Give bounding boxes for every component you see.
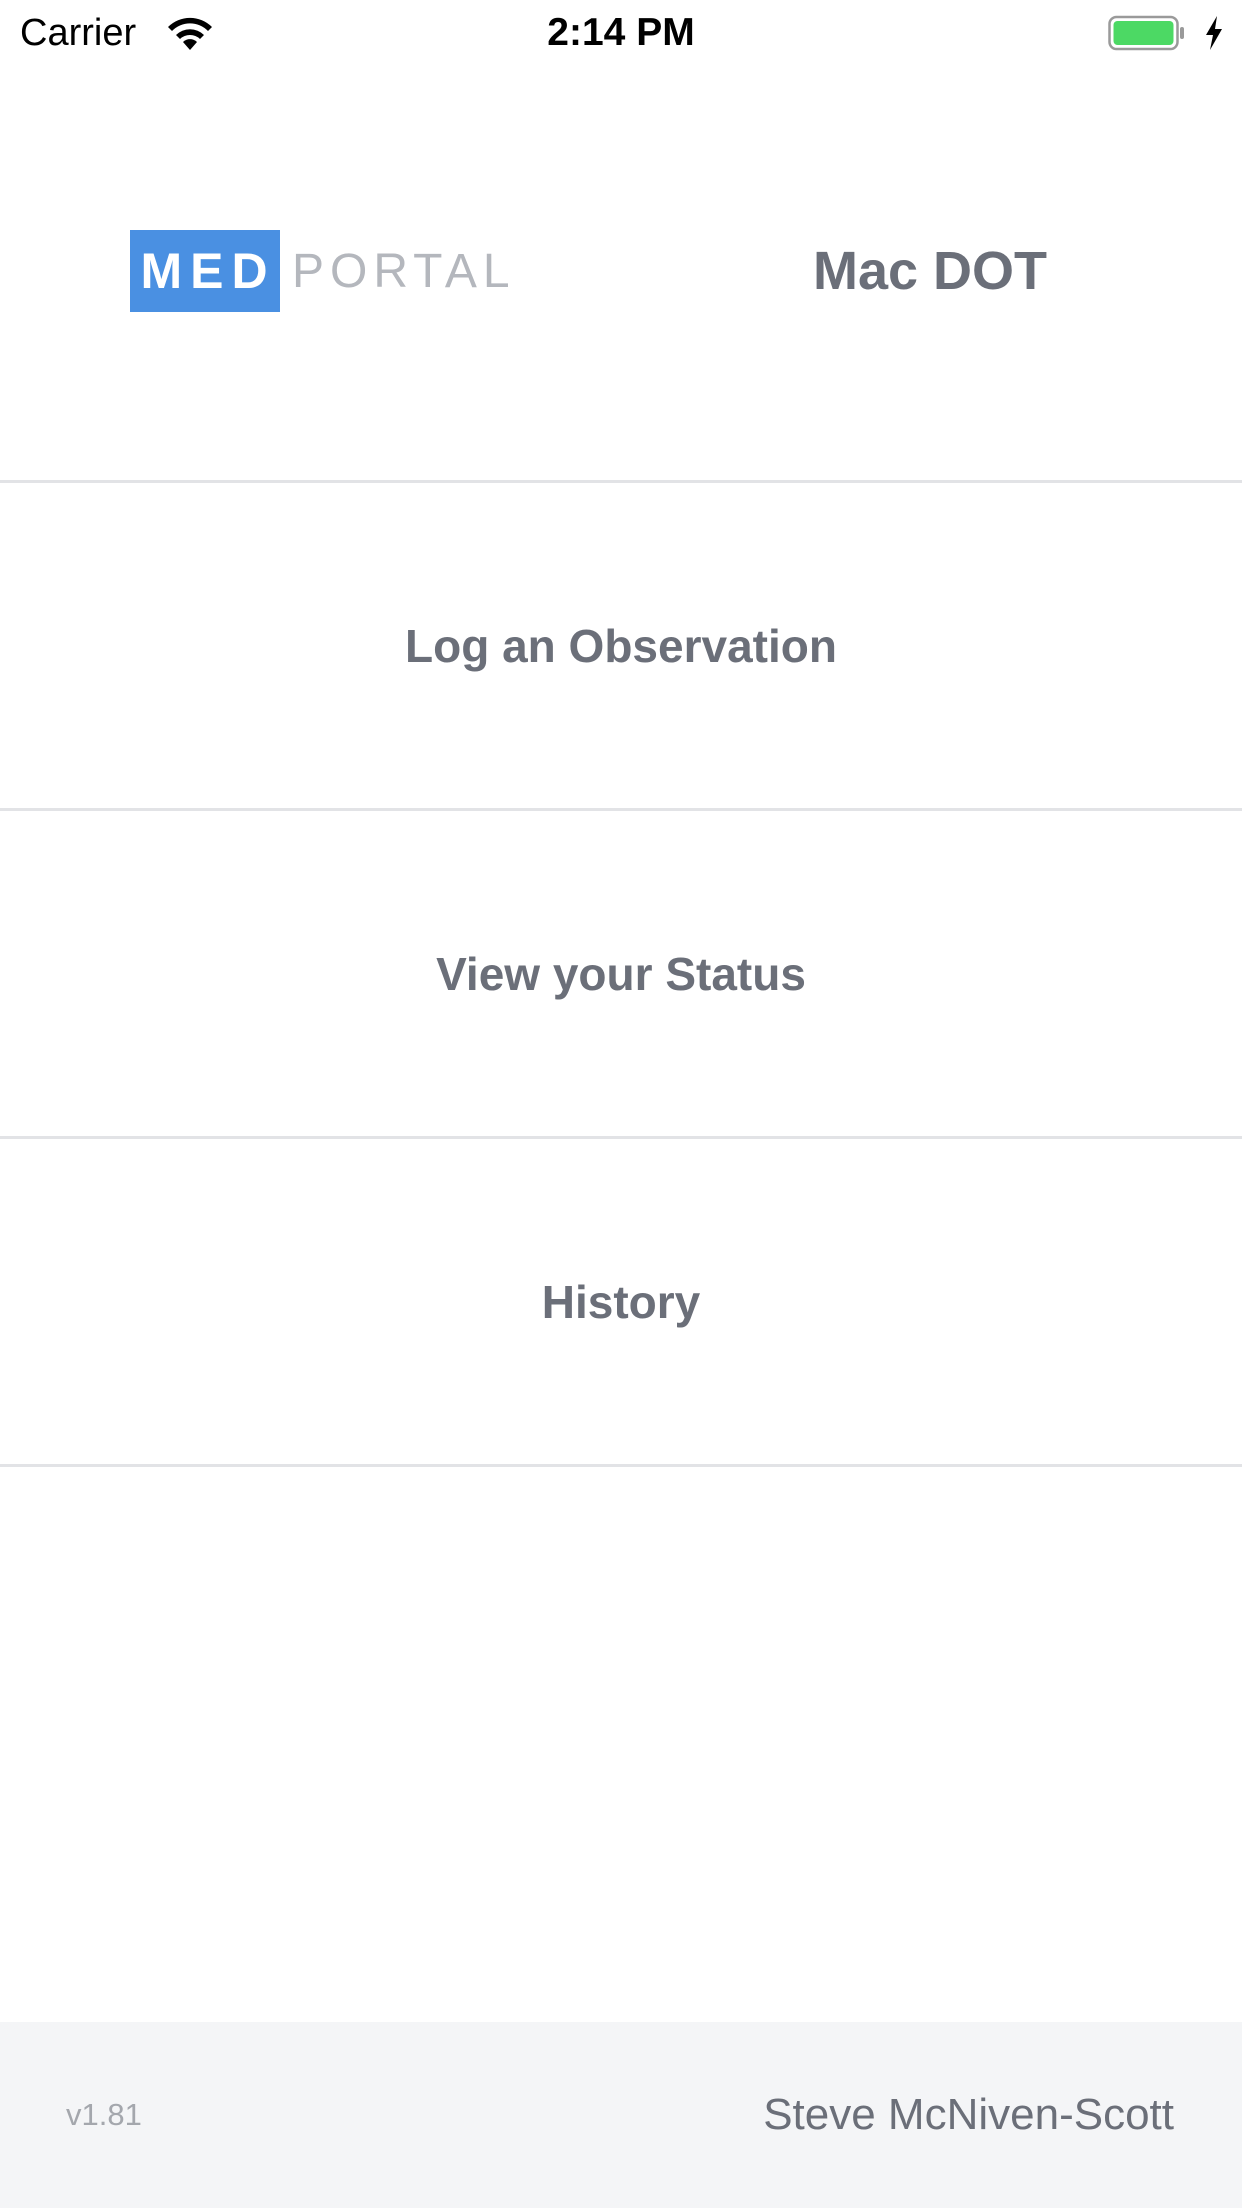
view-status-button[interactable]: View your Status <box>0 811 1242 1136</box>
status-bar: Carrier 2:14 PM <box>0 0 1242 66</box>
logo-portal-part: PORTAL <box>292 244 516 298</box>
main-menu: Log an Observation View your Status Hist… <box>0 480 1242 1467</box>
app-screen: Carrier 2:14 PM MED PORTAL Mac DOT Log a… <box>0 0 1242 2208</box>
charging-bolt-icon <box>1206 16 1222 50</box>
clock-time: 2:14 PM <box>547 11 695 54</box>
battery-icon <box>1108 15 1184 51</box>
logo-med-part: MED <box>130 230 280 312</box>
medportal-logo: MED PORTAL <box>130 230 516 312</box>
history-button[interactable]: History <box>0 1139 1242 1464</box>
menu-divider <box>0 1464 1242 1467</box>
app-name-title: Mac DOT <box>812 241 1048 301</box>
footer: v1.81 Steve McNiven-Scott <box>0 2022 1242 2208</box>
header: MED PORTAL Mac DOT <box>0 66 1242 480</box>
app-version: v1.81 <box>66 2097 142 2132</box>
user-name: Steve McNiven-Scott <box>763 2090 1174 2139</box>
log-observation-button[interactable]: Log an Observation <box>0 483 1242 808</box>
